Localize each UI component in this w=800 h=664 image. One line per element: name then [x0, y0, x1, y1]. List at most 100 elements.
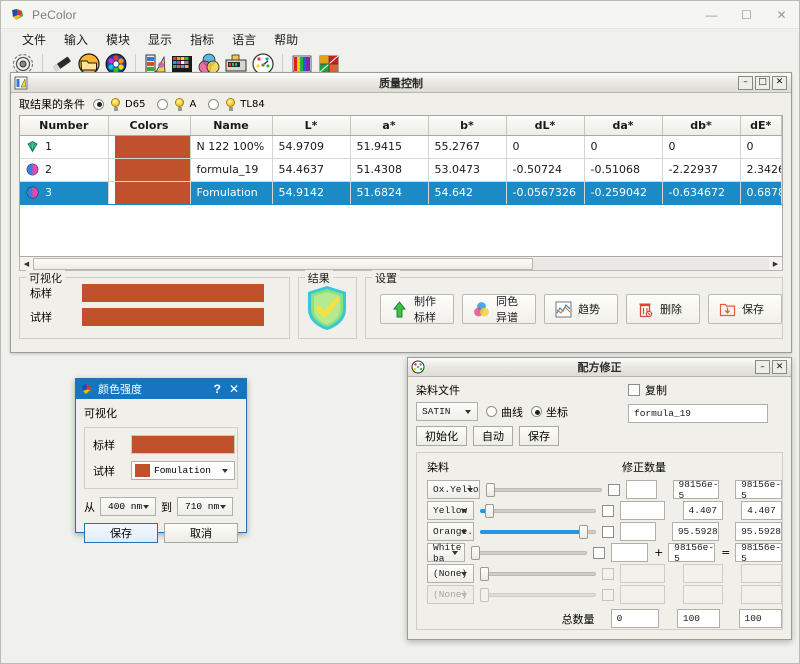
dye-checkbox[interactable] [593, 547, 605, 559]
dye-slider[interactable] [480, 503, 596, 519]
auto-button[interactable]: 自动 [473, 426, 513, 446]
help-button[interactable]: ? [208, 382, 227, 396]
dye-checkbox[interactable] [608, 484, 620, 496]
col-db[interactable]: db* [662, 116, 740, 135]
ci-save-button[interactable]: 保存 [84, 523, 158, 543]
menu-help[interactable]: 帮助 [265, 29, 307, 50]
total-equals-value[interactable]: 100 [739, 609, 782, 628]
dye-plus-value[interactable]: 98156e-5 [668, 543, 715, 562]
mode-coordinate-option[interactable]: 坐标 [531, 404, 568, 420]
scroll-left-icon[interactable]: ◀ [20, 258, 33, 270]
dye-select[interactable]: Orange. [427, 522, 474, 541]
dye-equals-value[interactable]: 4.407 [741, 501, 782, 520]
dye-amount-input[interactable] [626, 480, 657, 499]
radio-d65[interactable] [93, 99, 104, 110]
dye-file-row: SATIN 曲线 坐标 [416, 402, 616, 421]
fc-title-bar[interactable]: 配方修正 – ✕ [408, 358, 791, 377]
mode-curve-option[interactable]: 曲线 [486, 404, 523, 420]
radio-curve[interactable] [486, 406, 497, 417]
metamerism-button[interactable]: 同色异谱 [462, 294, 536, 324]
dye-amount-input[interactable] [620, 501, 665, 520]
menu-display[interactable]: 显示 [139, 29, 181, 50]
copy-checkbox-row[interactable]: 复制 [628, 382, 768, 398]
table-row[interactable]: 2 formula_19 54.4637 51.4308 53.0473 -0.… [20, 158, 782, 181]
dye-equals-value[interactable]: 98156e-5 [735, 543, 782, 562]
dye-slider[interactable] [480, 566, 596, 582]
total-input[interactable]: 0 [611, 609, 659, 628]
measurements-table[interactable]: Number Colors Name L* a* b* dL* da* db* … [19, 115, 783, 257]
maximize-button[interactable]: ☐ [729, 1, 764, 29]
qc-title-bar[interactable]: 质量控制 – □ ✕ [11, 73, 791, 93]
copy-checkbox[interactable] [628, 384, 640, 396]
dye-select[interactable]: (None) [427, 564, 474, 583]
dye-plus-value[interactable]: 4.407 [683, 501, 724, 520]
dye-amount-input[interactable] [611, 543, 648, 562]
save-label: 保存 [742, 301, 764, 317]
col-dE[interactable]: dE* [740, 116, 782, 135]
radio-coordinate[interactable] [531, 406, 542, 417]
dye-checkbox[interactable] [602, 505, 614, 517]
make-standard-button[interactable]: 制作标样 [380, 294, 454, 324]
radio-tl84[interactable] [208, 99, 219, 110]
qc-minimize-button[interactable]: – [738, 76, 753, 90]
total-plus-value[interactable]: 100 [677, 609, 720, 628]
trend-button[interactable]: 趋势 [544, 294, 618, 324]
dye-file-select[interactable]: SATIN [416, 402, 478, 421]
qc-close-button[interactable]: ✕ [772, 76, 787, 90]
minimize-button[interactable]: — [694, 1, 729, 29]
dye-equals-value[interactable]: 95.5928 [735, 522, 782, 541]
col-L[interactable]: L* [272, 116, 350, 135]
save-button[interactable]: 保存 [708, 294, 782, 324]
ci-to-select[interactable]: 710 nm [177, 497, 233, 516]
cell-da: -0.51068 [584, 158, 662, 181]
qc-maximize-button[interactable]: □ [755, 76, 770, 90]
col-colors[interactable]: Colors [108, 116, 190, 135]
cell-a: 51.4308 [350, 158, 428, 181]
ci-trial-select[interactable]: Fomulation [131, 461, 235, 480]
col-name[interactable]: Name [190, 116, 272, 135]
dye-select[interactable]: Yellow [427, 501, 474, 520]
dye-equals-value[interactable]: 98156e-5 [735, 480, 782, 499]
menu-index[interactable]: 指标 [181, 29, 223, 50]
close-button[interactable]: ✕ [764, 1, 799, 29]
fc-close-button[interactable]: ✕ [772, 360, 787, 374]
menu-input[interactable]: 输入 [55, 29, 97, 50]
dye-select[interactable]: White ba [427, 543, 465, 562]
scroll-right-icon[interactable]: ▶ [769, 258, 782, 270]
dye-slider[interactable] [486, 482, 602, 498]
ci-title-bar[interactable]: 颜色强度 ? ✕ [76, 379, 246, 399]
table-row[interactable]: 1 N 122 100% 54.9709 51.9415 55.2767 0 0… [20, 135, 782, 158]
chevron-down-icon [461, 593, 467, 597]
menu-module[interactable]: 模块 [97, 29, 139, 50]
chevron-down-icon [220, 505, 226, 509]
fc-save-button[interactable]: 保存 [519, 426, 559, 446]
col-b[interactable]: b* [428, 116, 506, 135]
col-number[interactable]: Number [20, 116, 108, 135]
ci-trial-swatch [135, 464, 150, 477]
dye-slider[interactable] [471, 545, 587, 561]
formula-name-input[interactable]: formula_19 [628, 404, 768, 423]
ci-close-button[interactable]: ✕ [227, 382, 246, 396]
dye-plus-value[interactable]: 98156e-5 [673, 480, 720, 499]
col-da[interactable]: da* [584, 116, 662, 135]
scrollbar-thumb[interactable] [33, 258, 533, 270]
col-a[interactable]: a* [350, 116, 428, 135]
dye-checkbox[interactable] [602, 526, 614, 538]
scrollbar-track[interactable] [33, 258, 769, 270]
col-dL[interactable]: dL* [506, 116, 584, 135]
horizontal-scrollbar[interactable]: ◀ ▶ [19, 257, 783, 271]
radio-a[interactable] [157, 99, 168, 110]
dye-amount-input[interactable] [620, 522, 656, 541]
table-row[interactable]: 3 Fomulation 54.9142 51.6824 54.642 -0.0… [20, 181, 782, 204]
dye-slider[interactable] [480, 524, 596, 540]
fc-minimize-button[interactable]: – [755, 360, 770, 374]
menu-language[interactable]: 语言 [223, 29, 265, 50]
initialize-button[interactable]: 初始化 [416, 426, 467, 446]
ci-cancel-button[interactable]: 取消 [164, 523, 238, 543]
menu-file[interactable]: 文件 [13, 29, 55, 50]
ci-from-select[interactable]: 400 nm [100, 497, 156, 516]
dye-select[interactable]: Ox.Yello [427, 480, 480, 499]
delete-button[interactable]: 删除 [626, 294, 700, 324]
dye-plus-value[interactable]: 95.5928 [672, 522, 719, 541]
bulb-icon [110, 98, 121, 111]
